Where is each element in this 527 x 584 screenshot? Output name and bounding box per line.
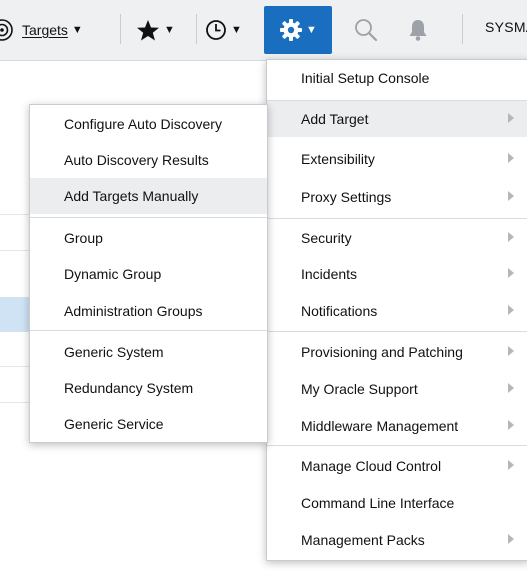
targets-menu-label: Targets bbox=[22, 22, 68, 38]
targets-chevron-down-icon: ▼ bbox=[71, 24, 83, 36]
menu-item-middleware-management[interactable]: Middleware Management bbox=[267, 408, 527, 444]
menu-item-label: Management Packs bbox=[301, 532, 425, 548]
add-target-submenu: Configure Auto Discovery Auto Discovery … bbox=[29, 104, 268, 443]
submenu-arrow-icon bbox=[508, 534, 514, 544]
menu-item-label: Group bbox=[64, 230, 103, 246]
targets-menu-button[interactable]: Targets ▼ bbox=[0, 0, 112, 60]
submenu-item-administration-groups[interactable]: Administration Groups bbox=[30, 293, 267, 329]
menu-item-extensibility[interactable]: Extensibility bbox=[267, 141, 527, 177]
menu-item-label: Initial Setup Console bbox=[301, 70, 430, 86]
menu-separator bbox=[30, 217, 267, 218]
targets-icon bbox=[0, 19, 13, 41]
menu-item-label: Add Target bbox=[301, 111, 369, 127]
menu-item-command-line-interface[interactable]: Command Line Interface bbox=[267, 485, 527, 521]
submenu-arrow-icon bbox=[508, 232, 514, 242]
submenu-item-redundancy-system[interactable]: Redundancy System bbox=[30, 370, 267, 406]
menu-item-label: Command Line Interface bbox=[301, 495, 455, 511]
submenu-arrow-icon bbox=[508, 305, 514, 315]
submenu-item-add-targets-manually[interactable]: Add Targets Manually bbox=[30, 178, 267, 214]
menu-item-label: Proxy Settings bbox=[301, 189, 392, 205]
submenu-item-generic-service[interactable]: Generic Service bbox=[30, 406, 267, 442]
menu-item-notifications[interactable]: Notifications bbox=[267, 293, 527, 329]
menu-separator bbox=[267, 218, 527, 219]
submenu-item-dynamic-group[interactable]: Dynamic Group bbox=[30, 256, 267, 292]
menu-item-initial-setup-console[interactable]: Initial Setup Console bbox=[267, 60, 527, 96]
menu-separator bbox=[267, 445, 527, 446]
submenu-arrow-icon bbox=[508, 420, 514, 430]
clock-icon bbox=[206, 20, 226, 40]
menu-separator bbox=[30, 330, 267, 331]
menu-item-provisioning-and-patching[interactable]: Provisioning and Patching bbox=[267, 334, 527, 370]
menu-item-label: Manage Cloud Control bbox=[301, 458, 442, 474]
menu-item-label: Middleware Management bbox=[301, 418, 459, 434]
history-chevron-down-icon: ▼ bbox=[231, 24, 242, 36]
menu-item-proxy-settings[interactable]: Proxy Settings bbox=[267, 179, 527, 215]
submenu-item-generic-system[interactable]: Generic System bbox=[30, 334, 267, 370]
menu-item-label: Auto Discovery Results bbox=[64, 152, 209, 168]
menu-item-label: Generic Service bbox=[64, 416, 164, 432]
submenu-item-group[interactable]: Group bbox=[30, 220, 267, 256]
bell-icon bbox=[409, 20, 427, 41]
submenu-item-auto-discovery-results[interactable]: Auto Discovery Results bbox=[30, 142, 267, 178]
menu-item-label: Security bbox=[301, 230, 352, 246]
gear-icon bbox=[280, 19, 303, 41]
menu-separator bbox=[267, 331, 527, 332]
setup-menu-button[interactable]: ▼ bbox=[264, 6, 332, 54]
search-button[interactable] bbox=[354, 0, 384, 60]
star-icon bbox=[137, 20, 159, 41]
menu-item-label: Provisioning and Patching bbox=[301, 344, 463, 360]
submenu-arrow-icon bbox=[508, 113, 514, 123]
menu-item-label: Redundancy System bbox=[64, 380, 194, 396]
menu-item-management-packs[interactable]: Management Packs bbox=[267, 522, 527, 558]
submenu-arrow-icon bbox=[508, 460, 514, 470]
menu-item-label: My Oracle Support bbox=[301, 381, 418, 397]
menu-item-label: Configure Auto Discovery bbox=[64, 116, 222, 132]
menu-item-label: Add Targets Manually bbox=[64, 188, 199, 204]
menu-item-label: Administration Groups bbox=[64, 303, 203, 319]
global-toolbar: Targets ▼ ▼ ▼ ▼ SYSM bbox=[0, 0, 527, 61]
menu-item-manage-cloud-control[interactable]: Manage Cloud Control bbox=[267, 448, 527, 484]
toolbar-divider bbox=[462, 14, 463, 44]
setup-chevron-down-icon: ▼ bbox=[306, 24, 317, 36]
submenu-arrow-icon bbox=[508, 268, 514, 278]
menu-item-security[interactable]: Security bbox=[267, 220, 527, 256]
menu-item-label: Incidents bbox=[301, 266, 358, 282]
favorites-menu-button[interactable]: ▼ bbox=[136, 0, 186, 60]
menu-item-label: Generic System bbox=[64, 344, 164, 360]
menu-item-label: Extensibility bbox=[301, 151, 375, 167]
submenu-arrow-icon bbox=[508, 383, 514, 393]
menu-item-my-oracle-support[interactable]: My Oracle Support bbox=[267, 371, 527, 407]
toolbar-divider bbox=[120, 14, 121, 44]
menu-item-add-target[interactable]: Add Target bbox=[267, 101, 527, 137]
user-menu-label[interactable]: SYSMA bbox=[485, 19, 527, 35]
search-icon bbox=[355, 19, 378, 42]
menu-item-label: Dynamic Group bbox=[64, 266, 162, 282]
toolbar-divider bbox=[196, 14, 197, 44]
favorites-chevron-down-icon: ▼ bbox=[164, 24, 175, 36]
submenu-item-configure-auto-discovery[interactable]: Configure Auto Discovery bbox=[30, 106, 267, 142]
history-menu-button[interactable]: ▼ bbox=[205, 0, 255, 60]
setup-menu: Initial Setup Console Add Target Extensi… bbox=[266, 59, 527, 561]
submenu-arrow-icon bbox=[508, 346, 514, 356]
menu-item-label: Notifications bbox=[301, 303, 378, 319]
submenu-arrow-icon bbox=[508, 153, 514, 163]
menu-item-incidents[interactable]: Incidents bbox=[267, 256, 527, 292]
submenu-arrow-icon bbox=[508, 191, 514, 201]
notifications-button[interactable] bbox=[407, 0, 437, 60]
